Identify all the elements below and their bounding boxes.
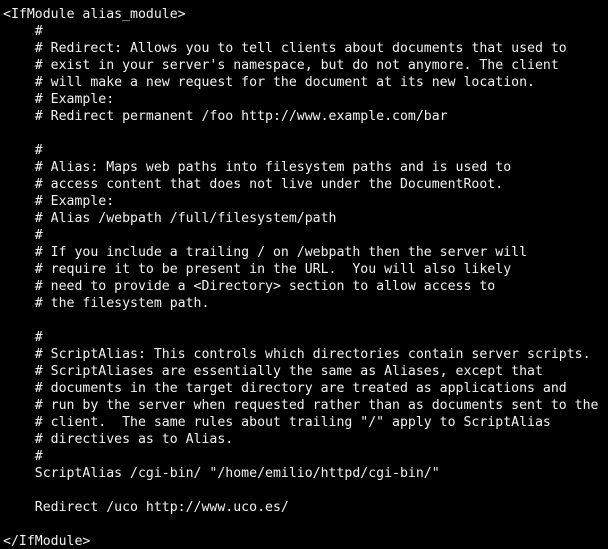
config-line: # client. The same rules about trailing … <box>3 415 551 430</box>
config-line: # Example: <box>3 194 115 209</box>
config-line: # need to provide a <Directory> section … <box>3 279 496 294</box>
config-line: # <box>3 330 43 345</box>
config-line: # <box>3 143 43 158</box>
config-line: </IfModule> <box>3 534 91 549</box>
config-line: # If you include a trailing / on /webpat… <box>3 245 528 260</box>
config-line: # <box>3 24 43 39</box>
config-line: # Example: <box>3 92 115 107</box>
config-line: # Redirect permanent /foo http://www.exa… <box>3 109 448 124</box>
config-line: # <box>3 228 43 243</box>
config-line: # <box>3 449 43 464</box>
config-line: # directives as to Alias. <box>3 432 234 447</box>
config-line: # Alias /webpath /full/filesystem/path <box>3 211 337 226</box>
config-line: # ScriptAlias: This controls which direc… <box>3 347 591 362</box>
terminal-output[interactable]: <IfModule alias_module> # # Redirect: Al… <box>0 0 608 549</box>
config-line: # documents in the target directory are … <box>3 381 567 396</box>
config-line: # the filesystem path. <box>3 296 210 311</box>
config-line: # will make a new request for the docume… <box>3 75 535 90</box>
config-line: # access content that does not live unde… <box>3 177 504 192</box>
config-line: # run by the server when requested rathe… <box>3 398 599 413</box>
config-line: # ScriptAliases are essentially the same… <box>3 364 543 379</box>
config-line: # require it to be present in the URL. Y… <box>3 262 512 277</box>
redirect-directive: Redirect /uco http://www.uco.es/ <box>3 500 289 515</box>
config-line: # Alias: Maps web paths into filesystem … <box>3 160 512 175</box>
config-line: <IfModule alias_module> <box>3 7 186 22</box>
scriptalias-directive: ScriptAlias /cgi-bin/ "/home/emilio/http… <box>3 466 440 481</box>
config-line: # Redirect: Allows you to tell clients a… <box>3 41 567 56</box>
config-line: # exist in your server's namespace, but … <box>3 58 559 73</box>
